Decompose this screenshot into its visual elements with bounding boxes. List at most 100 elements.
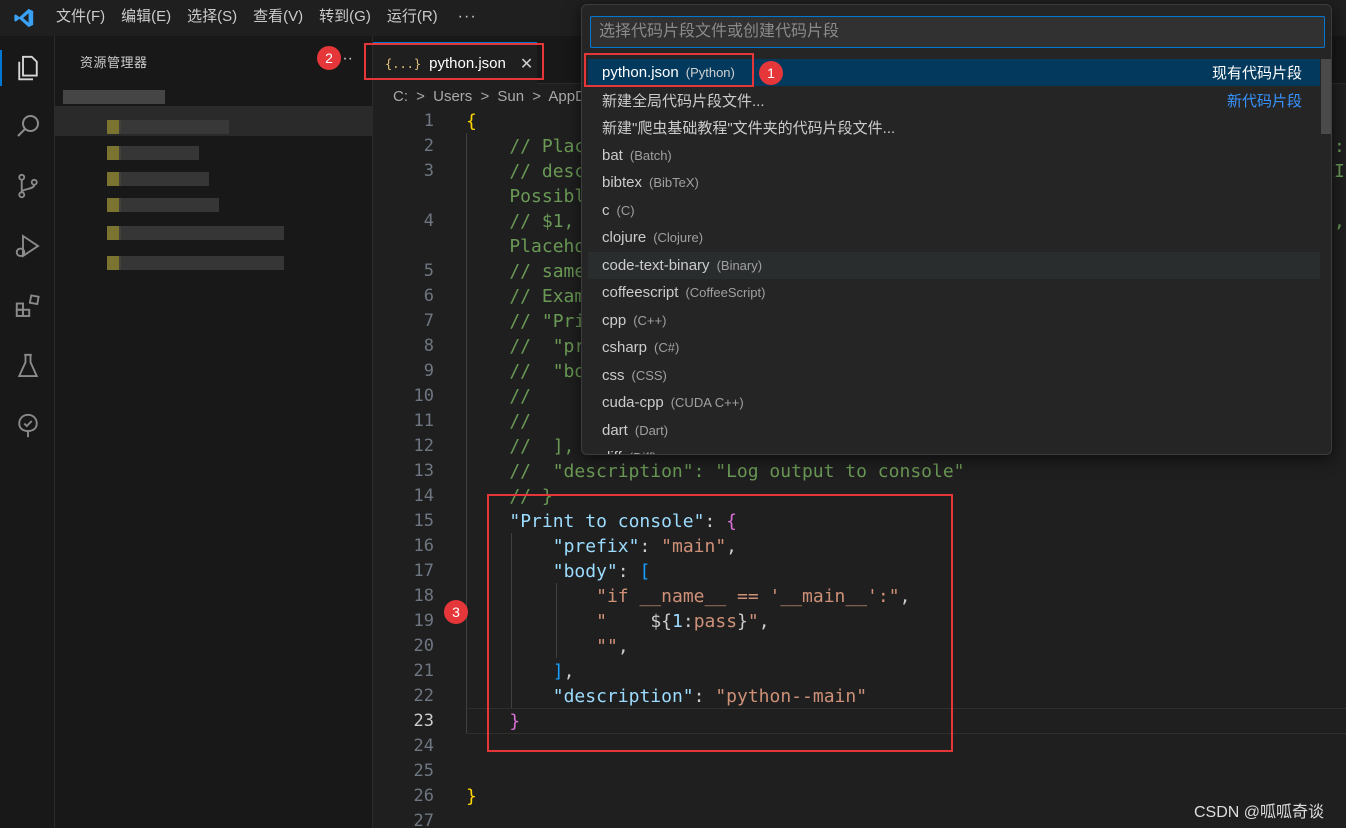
quick-pick-input[interactable] <box>590 16 1325 48</box>
quick-pick-group-tag: 现有代码片段 <box>1211 65 1302 82</box>
quick-pick-item[interactable]: coffeescript (CoffeeScript) <box>588 279 1320 306</box>
line-number: 6 <box>423 286 434 306</box>
line-number: 11 <box>413 411 434 431</box>
line-number: 10 <box>413 386 434 406</box>
annotation-box-3 <box>487 494 953 752</box>
line-number: 14 <box>413 486 434 506</box>
line-number: 24 <box>413 736 434 756</box>
line-number: 19 <box>413 611 434 631</box>
line-number: 21 <box>413 661 434 681</box>
quick-pick-item[interactable]: cuda-cpp (CUDA C++) <box>588 389 1320 416</box>
quick-pick-item[interactable]: clojure (Clojure) <box>588 224 1320 251</box>
code-text: // desc <box>466 161 586 182</box>
line-number: 16 <box>413 536 434 556</box>
line-number: 9 <box>423 361 434 381</box>
line-number: 2 <box>423 136 434 156</box>
line-number: 5 <box>423 261 434 281</box>
line-number: 1 <box>423 111 434 131</box>
line-number: 4 <box>423 211 434 231</box>
search-icon[interactable] <box>0 98 55 154</box>
run-debug-icon[interactable] <box>0 218 55 274</box>
quick-pick-item-description: (Clojure) <box>653 230 704 245</box>
line-number: 22 <box>413 686 434 706</box>
quick-pick-item-label: clojure <box>602 229 647 246</box>
line-number: 15 <box>413 511 434 531</box>
quick-pick-item[interactable]: cpp (C++) <box>588 307 1320 334</box>
annotation-box-1 <box>584 53 754 87</box>
code-text: { <box>466 111 477 132</box>
source-control-icon[interactable] <box>0 158 55 214</box>
quick-pick-item-description: (CoffeeScript) <box>685 285 766 300</box>
quick-pick-list: python.json (Python) 现有代码片段 新建全局代码片段文件... 新代… <box>588 59 1327 454</box>
quick-pick-item-description: (Binary) <box>716 257 763 273</box>
line-number: 12 <box>413 436 434 456</box>
menu-view[interactable]: 查看(V) <box>245 0 311 36</box>
line-number: 20 <box>413 636 434 656</box>
line-number: 25 <box>413 761 434 781</box>
line-number: 8 <box>423 336 434 356</box>
quick-pick-item-label: coffeescript <box>602 284 679 301</box>
breadcrumb-item[interactable]: Users <box>433 88 472 105</box>
quick-pick-item[interactable]: code-text-binary (Binary) <box>588 251 1320 279</box>
code-line[interactable]: 25 <box>374 759 1346 784</box>
code-text: // "pr <box>466 336 586 357</box>
quick-pick-item[interactable]: bat (Batch) <box>588 142 1320 169</box>
menu-more-button[interactable]: ··· <box>446 0 489 36</box>
quick-pick-item-description: (BibTeX) <box>649 175 699 190</box>
breadcrumb-item[interactable]: C: <box>393 88 408 105</box>
quick-pick-item-label: css <box>602 366 625 384</box>
quick-pick-item[interactable]: 新建"爬虫基础教程"文件夹的代码片段文件... <box>588 114 1320 141</box>
line-number: 3 <box>423 161 434 181</box>
quick-pick-item-description: (C#) <box>654 340 680 355</box>
quick-pick-item-label: csharp <box>602 339 648 356</box>
quick-pick-scrollbar[interactable] <box>1321 59 1331 134</box>
activity-bar <box>0 36 55 828</box>
quick-pick-item-label: bat <box>602 146 623 164</box>
extensions-icon[interactable] <box>0 278 55 334</box>
breadcrumb-separator: > <box>532 88 542 105</box>
code-text: // ], <box>466 436 575 457</box>
code-text: // $1, <box>466 211 586 232</box>
quick-pick-item-description: (Batch) <box>629 147 672 163</box>
quick-pick-item[interactable]: c (C) <box>588 197 1320 224</box>
explorer-sidebar: 资源管理器 <box>55 36 373 828</box>
breadcrumb-item[interactable]: Sun <box>497 88 524 105</box>
code-text: // same <box>466 261 586 282</box>
quick-pick-item[interactable]: diff (Diff) <box>588 444 1320 454</box>
menu-run[interactable]: 运行(R) <box>379 0 446 36</box>
explorer-icon[interactable] <box>0 40 55 96</box>
annotation-box-2 <box>364 43 544 80</box>
code-text: // <box>466 411 532 432</box>
quick-pick-item[interactable]: css (CSS) <box>588 362 1320 389</box>
quick-pick-item-label: bibtex <box>602 174 643 191</box>
code-text: Possibl <box>466 186 586 207</box>
testing-icon[interactable] <box>0 338 55 394</box>
quick-pick-item-label: c <box>602 201 610 219</box>
quick-pick-item[interactable]: dart (Dart) <box>588 417 1320 444</box>
quick-pick-item[interactable]: csharp (C#) <box>588 334 1320 361</box>
menu-go[interactable]: 转到(G) <box>311 0 379 36</box>
quick-pick-item[interactable]: 新建全局代码片段文件... 新代码片段 <box>588 87 1320 114</box>
menu-edit[interactable]: 编辑(E) <box>113 0 179 36</box>
line-number: 18 <box>413 586 434 606</box>
code-overflow-right: : I , <box>1334 136 1345 232</box>
quick-pick-item-description: (C) <box>616 202 635 218</box>
quick-pick-item[interactable]: bibtex (BibTeX) <box>588 169 1320 196</box>
menu-file[interactable]: 文件(F) <box>48 0 113 36</box>
code-text: // "description": "Log output to console… <box>466 461 965 482</box>
code-text: // Plac <box>466 136 586 157</box>
quick-pick-item-label: diff <box>602 449 622 454</box>
annotation-badge-2: 2 <box>317 46 341 70</box>
vscode-logo-icon <box>0 0 48 36</box>
quick-pick-item-description: (CSS) <box>631 367 667 383</box>
quick-pick-item-description: (CUDA C++) <box>670 395 744 410</box>
code-line[interactable]: 13 // "description": "Log output to cons… <box>374 459 1346 484</box>
breadcrumb-separator: > <box>480 88 490 105</box>
code-text: // <box>466 386 532 407</box>
remote-icon[interactable] <box>0 398 55 454</box>
line-number: 27 <box>413 811 434 828</box>
code-text: Placeho <box>466 236 586 257</box>
code-text: } <box>466 786 477 807</box>
menu-selection[interactable]: 选择(S) <box>179 0 245 36</box>
breadcrumb: C: > Users > Sun > AppDa <box>393 88 598 105</box>
